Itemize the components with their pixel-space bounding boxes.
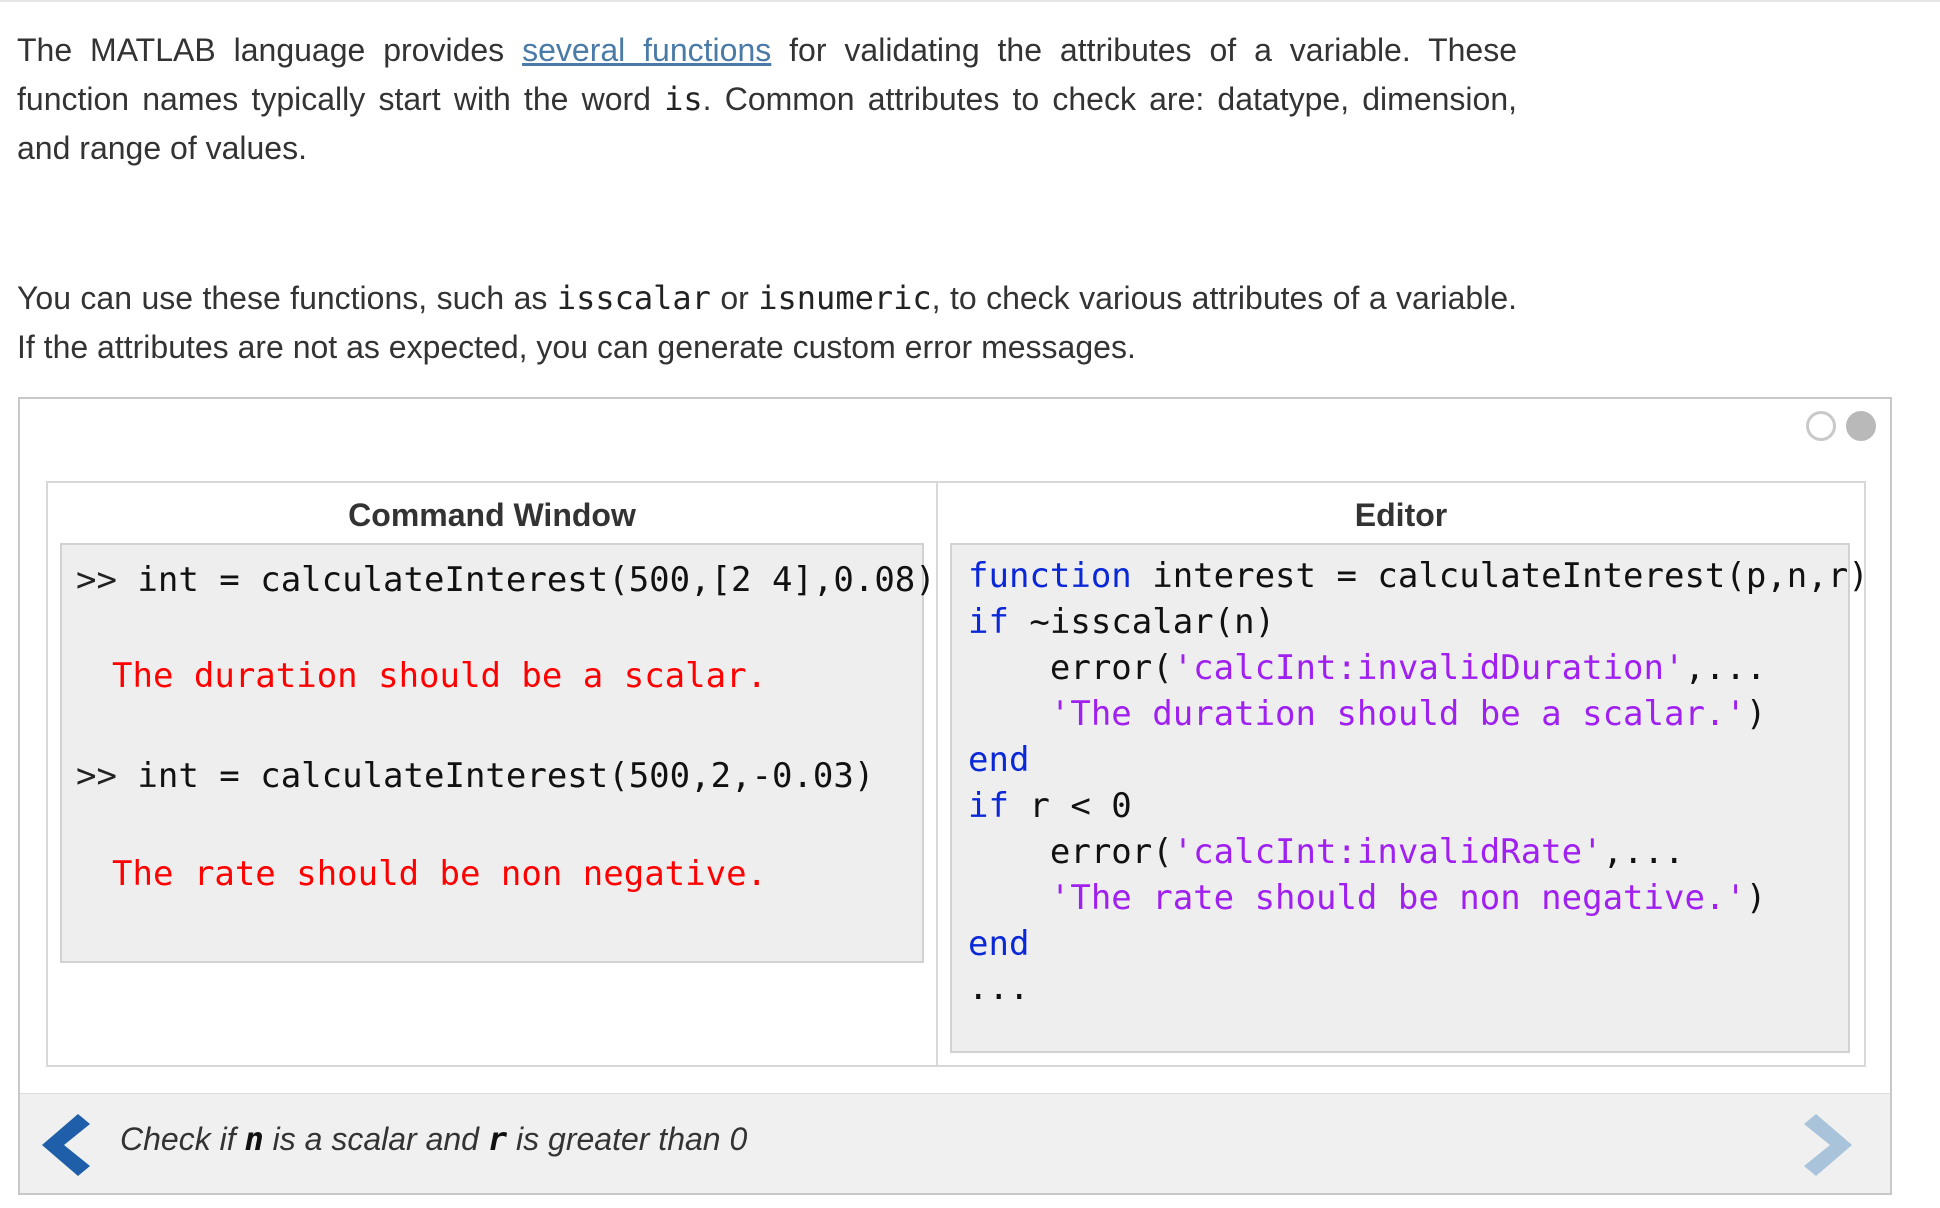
command-window-output: >> int = calculateInterest(500,[2 4],0.0…	[60, 543, 936, 963]
caption-text: Check if	[120, 1121, 245, 1157]
slide-caption-bar: Check if n is a scalar and r is greater …	[20, 1093, 1890, 1193]
code-line-10: ...	[968, 968, 1030, 1008]
code-line-7: error('calcInt:invalidRate',...	[968, 829, 1685, 875]
string-literal: 'The duration should be a scalar.'	[1049, 694, 1746, 734]
several-functions-link[interactable]: several functions	[522, 32, 771, 68]
slideshow: Command Window >> int = calculateInteres…	[18, 397, 1892, 1195]
code-line-1: function interest = calculateInterest(p,…	[968, 553, 1869, 599]
caption-text: is greater than 0	[507, 1121, 748, 1157]
inline-code-isnumeric: isnumeric	[758, 279, 932, 317]
intro-text: You can use these functions, such as	[17, 280, 557, 316]
caption-text: is a scalar and	[263, 1121, 488, 1157]
code-text: error(	[968, 648, 1173, 688]
top-divider	[0, 0, 1940, 2]
code-text: r < 0	[1008, 786, 1132, 826]
editor-code: function interest = calculateInterest(p,…	[950, 543, 1869, 1053]
intro-paragraph-1: The MATLAB language provides several fun…	[17, 26, 1517, 173]
keyword: function	[968, 556, 1132, 596]
code-text: interest = calculateInterest(p,n,r)	[1131, 556, 1869, 596]
intro-text: or	[710, 280, 759, 316]
caption-variable: r	[487, 1120, 508, 1158]
command-text: int = calculateInterest(500,2,-0.03)	[116, 756, 875, 796]
code-line-8: 'The rate should be non negative.')	[968, 875, 1766, 921]
command-line-1: >> int = calculateInterest(500,[2 4],0.0…	[76, 557, 936, 603]
inline-code-is: is	[664, 80, 703, 118]
code-line-2: if ~isscalar(n)	[968, 599, 1275, 645]
string-literal: 'calcInt:invalidRate'	[1172, 832, 1603, 872]
command-text: int = calculateInterest(500,[2 4],0.08)	[116, 560, 936, 600]
code-text: error(	[968, 832, 1173, 872]
editor-panel: Editor function interest = calculateInte…	[938, 483, 1869, 1065]
pager-dot-2-active[interactable]	[1846, 411, 1876, 441]
string-literal: 'The rate should be non negative.'	[1049, 878, 1746, 918]
command-window-title: Command Window	[348, 497, 636, 533]
chevron-left-icon	[42, 1114, 90, 1176]
slide-caption: Check if n is a scalar and r is greater …	[120, 1120, 747, 1158]
prompt-symbol: >>	[76, 560, 117, 600]
error-message-2: The rate should be non negative.	[112, 854, 768, 894]
pager-dot-1[interactable]	[1806, 411, 1836, 441]
code-text: ,...	[1602, 832, 1685, 872]
command-line-2: >> int = calculateInterest(500,2,-0.03)	[76, 753, 874, 799]
code-line-3: error('calcInt:invalidDuration',...	[968, 645, 1766, 691]
code-line-9: end	[968, 924, 1030, 964]
keyword: if	[968, 786, 1009, 826]
slide-panels: Command Window >> int = calculateInteres…	[46, 481, 1869, 1067]
code-line-4: 'The duration should be a scalar.')	[968, 691, 1766, 737]
command-window-panel: Command Window >> int = calculateInteres…	[48, 483, 938, 1065]
inline-code-isscalar: isscalar	[556, 279, 711, 317]
code-text: ~isscalar(n)	[1008, 602, 1276, 642]
string-literal: 'calcInt:invalidDuration'	[1172, 648, 1685, 688]
code-text: )	[1745, 694, 1767, 734]
code-line-6: if r < 0	[968, 783, 1132, 829]
editor-title: Editor	[1354, 497, 1448, 533]
previous-slide-button[interactable]	[38, 1112, 94, 1178]
next-slide-button[interactable]	[1800, 1112, 1856, 1178]
error-message-1: The duration should be a scalar.	[112, 656, 768, 696]
caption-variable: n	[244, 1120, 264, 1158]
chevron-right-icon	[1804, 1114, 1852, 1176]
intro-paragraph-2: You can use these functions, such as iss…	[17, 274, 1517, 372]
code-text: ,...	[1684, 648, 1767, 688]
keyword: if	[968, 602, 1009, 642]
intro-text: The MATLAB language provides	[17, 32, 523, 68]
code-line-5: end	[968, 740, 1030, 780]
code-text: )	[1745, 878, 1767, 918]
prompt-symbol: >>	[76, 756, 117, 796]
slide-pager	[1806, 411, 1876, 441]
